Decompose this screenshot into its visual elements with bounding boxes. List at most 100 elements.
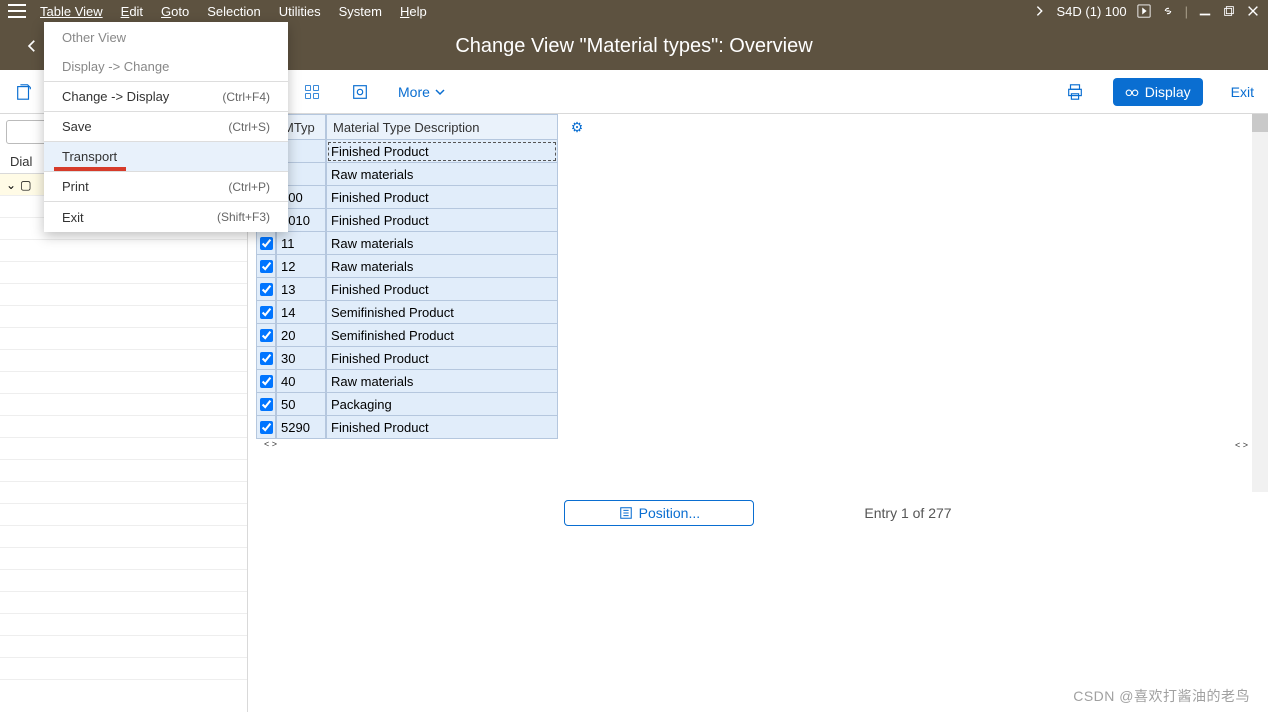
cell-mtyp[interactable]: 14 (276, 301, 326, 324)
hamburger-icon[interactable] (8, 4, 26, 18)
restore-icon[interactable] (1222, 4, 1236, 18)
menu-item-exit[interactable]: Exit(Shift+F3) (44, 202, 288, 232)
nav-empty-row (0, 592, 247, 614)
footer: Position... Entry 1 of 277 (248, 500, 1268, 526)
row-checkbox[interactable] (256, 370, 276, 393)
cell-mtyp[interactable]: 11 (276, 232, 326, 255)
expand-icon[interactable]: ⌄ (6, 178, 16, 192)
table-header: MTyp Material Type Description (256, 114, 566, 140)
cell-desc[interactable]: Raw materials (326, 370, 558, 393)
page-title: Change View "Material types": Overview (455, 35, 812, 58)
cell-mtyp[interactable]: 30 (276, 347, 326, 370)
table-row[interactable]: 20Semifinished Product (256, 324, 566, 347)
minimize-icon[interactable] (1198, 4, 1212, 18)
cell-desc[interactable]: Raw materials (326, 255, 558, 278)
cell-desc[interactable]: Finished Product (326, 347, 558, 370)
menu-item-print[interactable]: Print(Ctrl+P) (44, 172, 288, 202)
col-desc[interactable]: Material Type Description (326, 114, 558, 140)
display-button[interactable]: Display (1113, 78, 1203, 106)
menubar: Table View Edit Goto Selection Utilities… (0, 0, 1268, 22)
menu-help[interactable]: Help (400, 4, 427, 19)
deselect-all-icon[interactable] (302, 82, 322, 102)
vertical-scrollbar[interactable] (1252, 114, 1268, 492)
cell-mtyp[interactable]: 5290 (276, 416, 326, 439)
cell-desc[interactable]: Semifinished Product (326, 324, 558, 347)
menu-item-other-view: Other View (44, 22, 288, 52)
row-checkbox[interactable] (256, 324, 276, 347)
table-row[interactable]: 1010Finished Product (256, 209, 566, 232)
new-entries-icon[interactable] (14, 82, 34, 102)
annotation-underline (54, 167, 126, 171)
menu-table-view[interactable]: Table View (40, 4, 103, 19)
link-icon[interactable] (1161, 4, 1175, 18)
table-row[interactable]: Finished Product (256, 140, 566, 163)
row-checkbox[interactable] (256, 347, 276, 370)
cell-desc[interactable]: Packaging (326, 393, 558, 416)
cell-mtyp[interactable]: 13 (276, 278, 326, 301)
cell-mtyp[interactable]: 50 (276, 393, 326, 416)
menu-edit[interactable]: Edit (121, 4, 143, 19)
table-row[interactable]: 30Finished Product (256, 347, 566, 370)
menu-item-display-change: Display -> Change (44, 52, 288, 82)
row-checkbox[interactable] (256, 278, 276, 301)
exit-button[interactable]: Exit (1231, 84, 1254, 100)
row-checkbox[interactable] (256, 255, 276, 278)
row-checkbox[interactable] (256, 416, 276, 439)
more-dropdown[interactable]: More (398, 84, 446, 100)
table-row[interactable]: 40Raw materials (256, 370, 566, 393)
nav-empty-row (0, 636, 247, 658)
table-row[interactable]: 0Raw materials (256, 163, 566, 186)
cell-desc[interactable]: Finished Product (326, 278, 558, 301)
menu-utilities[interactable]: Utilities (279, 4, 321, 19)
nav-empty-row (0, 614, 247, 636)
row-checkbox[interactable] (256, 301, 276, 324)
nav-empty-row (0, 482, 247, 504)
table-row[interactable]: 14Semifinished Product (256, 301, 566, 324)
overflow-icon[interactable] (1033, 4, 1047, 18)
cell-desc[interactable]: Raw materials (326, 232, 558, 255)
row-checkbox[interactable] (256, 232, 276, 255)
cell-desc[interactable]: Finished Product (326, 416, 558, 439)
nav-empty-row (0, 570, 247, 592)
nav-empty-row (0, 328, 247, 350)
menu-system[interactable]: System (339, 4, 382, 19)
nav-empty-row (0, 658, 247, 680)
menu-goto[interactable]: Goto (161, 4, 189, 19)
cell-desc[interactable]: Raw materials (326, 163, 558, 186)
close-icon[interactable] (1246, 4, 1260, 18)
table-row[interactable]: 11Raw materials (256, 232, 566, 255)
play-icon[interactable] (1137, 4, 1151, 18)
table-row[interactable]: 12Raw materials (256, 255, 566, 278)
cell-desc[interactable]: Semifinished Product (326, 301, 558, 324)
table-view-dropdown: Other ViewDisplay -> ChangeChange -> Dis… (44, 22, 288, 232)
table-row[interactable]: 13Finished Product (256, 278, 566, 301)
cell-mtyp[interactable]: 12 (276, 255, 326, 278)
cell-desc[interactable]: Finished Product (326, 186, 558, 209)
gear-icon[interactable]: ⚙ (571, 119, 584, 136)
node-icon: ▢ (20, 178, 31, 192)
table-row[interactable]: 50Packaging (256, 393, 566, 416)
cell-mtyp[interactable]: 40 (276, 370, 326, 393)
menu-item-change-display[interactable]: Change -> Display(Ctrl+F4) (44, 82, 288, 112)
menu-selection[interactable]: Selection (207, 4, 260, 19)
nav-empty-row (0, 548, 247, 570)
position-button[interactable]: Position... (564, 500, 754, 526)
nav-empty-row (0, 460, 247, 482)
menubar-right: S4D (1) 100 | (1033, 4, 1260, 19)
config-icon[interactable] (350, 82, 370, 102)
back-button[interactable] (20, 34, 44, 58)
cell-mtyp[interactable]: 20 (276, 324, 326, 347)
print-icon[interactable] (1065, 82, 1085, 102)
nav-empty-row (0, 394, 247, 416)
nav-empty-row (0, 372, 247, 394)
table: MTyp Material Type Description Finished … (248, 114, 1268, 444)
row-checkbox[interactable] (256, 393, 276, 416)
table-row[interactable]: 5290Finished Product (256, 416, 566, 439)
nav-empty-row (0, 240, 247, 262)
cell-desc[interactable]: Finished Product (326, 209, 558, 232)
cell-desc[interactable]: Finished Product (326, 140, 558, 163)
h-scroll-right[interactable]: < > (248, 440, 1248, 450)
nav-empty-row (0, 306, 247, 328)
menu-item-save[interactable]: Save(Ctrl+S) (44, 112, 288, 142)
table-row[interactable]: 000Finished Product (256, 186, 566, 209)
